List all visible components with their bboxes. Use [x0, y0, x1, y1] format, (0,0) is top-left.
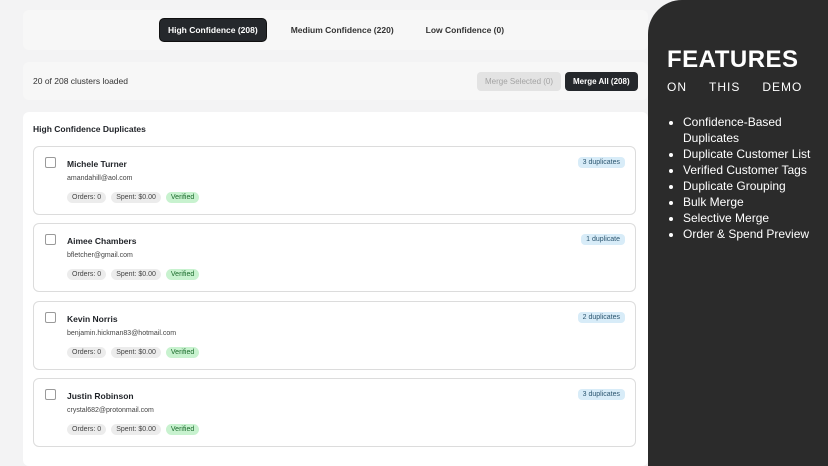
verified-badge: Verified — [165, 347, 200, 358]
confidence-tabs: High Confidence (208) Medium Confidence … — [23, 10, 648, 50]
spent-chip: Spent: $0.00 — [111, 269, 161, 280]
customer-email: crystal682@protonmail.com — [67, 407, 154, 414]
feature-item: Bulk Merge — [683, 194, 823, 210]
customer-stats: Orders: 0 Spent: $0.00 Verified — [67, 269, 200, 280]
spent-chip: Spent: $0.00 — [111, 347, 161, 358]
duplicates-count-badge[interactable]: 1 duplicate — [581, 234, 625, 245]
tab-medium-confidence[interactable]: Medium Confidence (220) — [283, 19, 402, 41]
customer-name: Justin Robinson — [67, 391, 134, 401]
customer-email: bfletcher@gmail.com — [67, 252, 133, 259]
verified-badge: Verified — [165, 192, 200, 203]
duplicates-count-badge[interactable]: 3 duplicates — [577, 389, 625, 400]
customer-email: benjamin.hickman83@hotmail.com — [67, 330, 177, 337]
select-checkbox[interactable] — [45, 389, 56, 400]
duplicates-panel: High Confidence Duplicates Michele Turne… — [23, 112, 648, 466]
merge-selected-button[interactable]: Merge Selected (0) — [477, 72, 562, 91]
subtitle-word: ON — [667, 80, 687, 94]
select-checkbox[interactable] — [45, 312, 56, 323]
clusters-loaded-text: 20 of 208 clusters loaded — [33, 76, 128, 86]
duplicates-count-badge[interactable]: 2 duplicates — [577, 312, 625, 323]
feature-item: Verified Customer Tags — [683, 162, 823, 178]
customer-stats: Orders: 0 Spent: $0.00 Verified — [67, 192, 200, 203]
verified-badge: Verified — [165, 269, 200, 280]
orders-chip: Orders: 0 — [67, 269, 107, 280]
tab-high-confidence[interactable]: High Confidence (208) — [158, 18, 267, 42]
subtitle-word: DEMO — [762, 80, 803, 94]
customer-name: Aimee Chambers — [67, 236, 137, 246]
feature-item: Duplicate Customer List — [683, 146, 823, 162]
panel-title: High Confidence Duplicates — [33, 124, 146, 134]
features-panel: FEATURES ON THIS DEMO Confidence-Based D… — [648, 0, 828, 466]
orders-chip: Orders: 0 — [67, 424, 107, 435]
orders-chip: Orders: 0 — [67, 347, 107, 358]
tab-low-confidence[interactable]: Low Confidence (0) — [418, 19, 512, 41]
merge-toolbar: 20 of 208 clusters loaded Merge Selected… — [23, 62, 648, 100]
feature-item: Order & Spend Preview — [683, 226, 823, 242]
features-list: Confidence-Based Duplicates Duplicate Cu… — [683, 114, 823, 242]
duplicate-card: Kevin Norris benjamin.hickman83@hotmail.… — [33, 301, 636, 370]
select-checkbox[interactable] — [45, 234, 56, 245]
spent-chip: Spent: $0.00 — [111, 424, 161, 435]
duplicate-card: Michele Turner amandahill@aol.com Orders… — [33, 146, 636, 215]
feature-item: Confidence-Based Duplicates — [683, 114, 823, 146]
merge-all-button[interactable]: Merge All (208) — [565, 72, 638, 91]
feature-item: Duplicate Grouping — [683, 178, 823, 194]
duplicates-app: High Confidence (208) Medium Confidence … — [0, 0, 660, 466]
customer-name: Kevin Norris — [67, 314, 118, 324]
select-checkbox[interactable] — [45, 157, 56, 168]
customer-stats: Orders: 0 Spent: $0.00 Verified — [67, 347, 200, 358]
customer-stats: Orders: 0 Spent: $0.00 Verified — [67, 424, 200, 435]
features-subtitle: ON THIS DEMO — [667, 80, 802, 94]
duplicates-count-badge[interactable]: 3 duplicates — [577, 157, 625, 168]
subtitle-word: THIS — [709, 80, 741, 94]
duplicate-card: Aimee Chambers bfletcher@gmail.com Order… — [33, 223, 636, 292]
spent-chip: Spent: $0.00 — [111, 192, 161, 203]
verified-badge: Verified — [165, 424, 200, 435]
customer-name: Michele Turner — [67, 159, 127, 169]
feature-item: Selective Merge — [683, 210, 823, 226]
orders-chip: Orders: 0 — [67, 192, 107, 203]
features-title: FEATURES — [667, 46, 799, 73]
duplicate-card: Justin Robinson crystal682@protonmail.co… — [33, 378, 636, 447]
customer-email: amandahill@aol.com — [67, 175, 133, 182]
